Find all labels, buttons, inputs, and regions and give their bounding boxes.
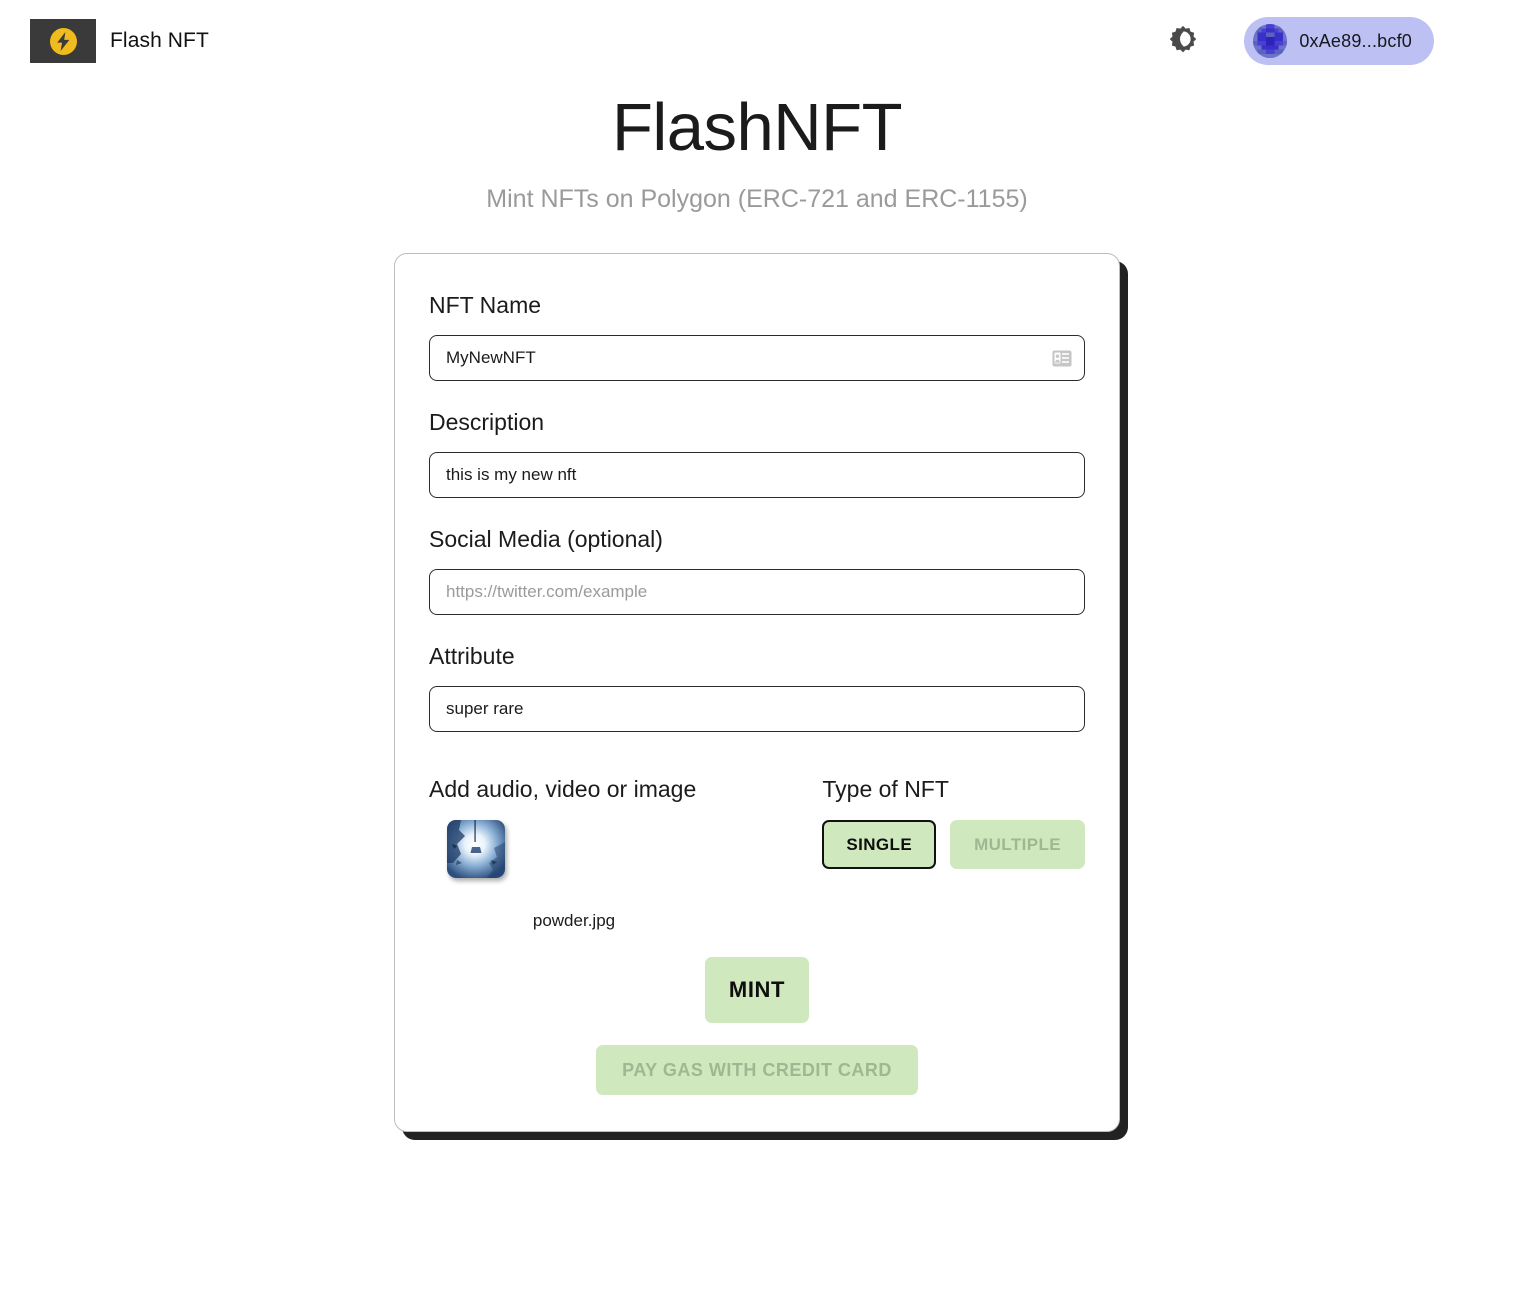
nft-type-button-group: SINGLE MULTIPLE	[822, 820, 1085, 870]
mint-form-wrapper: NFT Name Description	[0, 253, 1514, 1133]
page-subtitle: Mint NFTs on Polygon (ERC-721 and ERC-11…	[486, 185, 1028, 214]
image-thumbnail[interactable]	[447, 820, 505, 879]
nft-type-label: Type of NFT	[822, 776, 949, 803]
brand[interactable]: Flash NFT	[30, 19, 209, 63]
mint-button[interactable]: MINT	[705, 957, 809, 1024]
description-input[interactable]	[429, 452, 1085, 499]
logo-circle	[49, 27, 77, 55]
nft-name-label: NFT Name	[429, 292, 542, 319]
nft-type-section: Type of NFT SINGLE MULTIPLE	[822, 776, 1085, 931]
wallet-address: 0xAe89...bcf0	[1299, 30, 1412, 51]
brightness-dark-mode-icon	[1168, 24, 1198, 59]
media-upload-section: Add audio, video or image powder.jpg	[429, 776, 822, 931]
attribute-label: Attribute	[429, 643, 515, 670]
wallet-chip[interactable]: 0xAe89...bcf0	[1244, 17, 1434, 65]
field-nft-name: NFT Name	[429, 292, 1085, 382]
blockies-avatar	[1253, 24, 1288, 58]
nft-type-multiple-button[interactable]: MULTIPLE	[950, 820, 1085, 870]
nft-name-input-wrap	[429, 335, 1085, 382]
app-logo	[30, 19, 96, 63]
field-attribute: Attribute	[429, 643, 1085, 733]
pay-gas-with-credit-card-button[interactable]: PAY GAS WITH CREDIT CARD	[596, 1045, 918, 1096]
hero-section: FlashNFT Mint NFTs on Polygon (ERC-721 a…	[0, 90, 1514, 214]
field-description: Description	[429, 409, 1085, 499]
social-media-input[interactable]	[429, 569, 1085, 616]
lightning-bolt-icon	[56, 31, 71, 51]
media-and-type-row: Add audio, video or image powder.jpg Typ…	[429, 776, 1085, 931]
field-social-media: Social Media (optional)	[429, 526, 1085, 616]
nft-type-single-button[interactable]: SINGLE	[822, 820, 937, 870]
header-actions: 0xAe89...bcf0	[1162, 17, 1434, 65]
media-upload-label: Add audio, video or image	[429, 776, 697, 803]
contact-card-icon[interactable]	[1051, 347, 1073, 369]
mint-form-card: NFT Name Description	[394, 253, 1120, 1133]
form-actions: MINT PAY GAS WITH CREDIT CARD	[429, 957, 1085, 1096]
social-media-input-wrap	[429, 569, 1085, 616]
uploaded-file-name: powder.jpg	[532, 911, 616, 931]
description-input-wrap	[429, 452, 1085, 499]
page-title: FlashNFT	[611, 90, 903, 165]
brand-name: Flash NFT	[110, 29, 209, 52]
theme-toggle-button[interactable]	[1162, 20, 1204, 62]
attribute-input-wrap	[429, 686, 1085, 733]
description-label: Description	[429, 409, 545, 436]
nft-name-input[interactable]	[429, 335, 1085, 382]
social-media-label: Social Media (optional)	[429, 526, 663, 553]
attribute-input[interactable]	[429, 686, 1085, 733]
app-header: Flash NFT 0xAe89...bcf0	[0, 0, 1514, 82]
